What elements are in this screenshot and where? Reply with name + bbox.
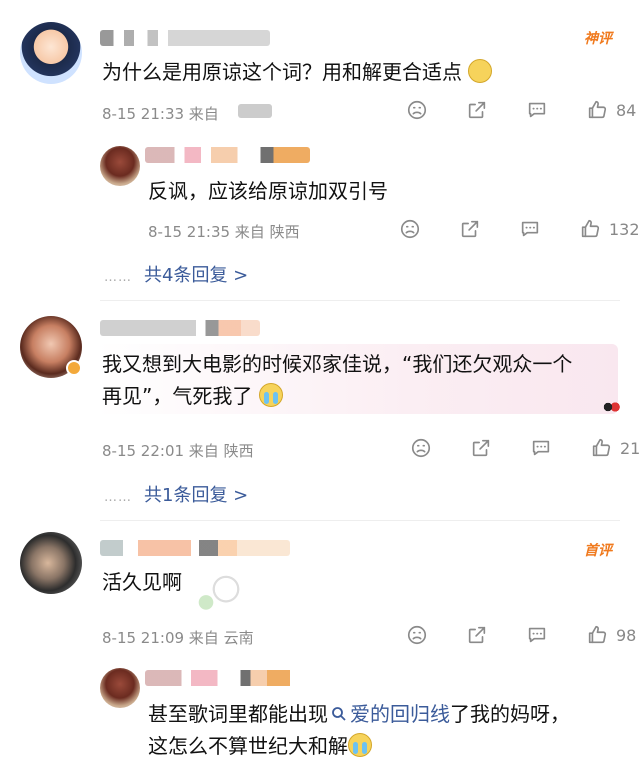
share-icon [468, 101, 486, 119]
comment-icon [532, 440, 550, 456]
topic-link-label: 爱的回归线 [350, 702, 450, 726]
view-replies-link[interactable]: …… 共4条回复 > [104, 261, 248, 287]
comment-text-line2: 再见”，气死我了 [102, 380, 572, 412]
comment-text-line1: 我又想到大电影的时候邓家佳说，“我们还欠观众一个 [102, 352, 573, 376]
reply-actions: 132 [399, 218, 640, 240]
reply-text: 反讽，应该给原谅加双引号 [148, 179, 388, 203]
like-button[interactable]: 84 [586, 99, 636, 121]
comment-button[interactable] [526, 99, 548, 121]
like-button[interactable]: 98 [586, 624, 636, 646]
avatar[interactable] [20, 22, 82, 84]
comment-icon [528, 102, 546, 118]
share-button[interactable] [466, 624, 488, 646]
username-blurred[interactable] [100, 320, 260, 336]
comment-2: 我又想到大电影的时候邓家佳说，“我们还欠观众一个 再见”，气死我了 8-15 2… [0, 300, 640, 520]
comment-meta: 8-15 22:01 来自 陕西 [102, 442, 254, 460]
frown-icon [407, 625, 427, 645]
view-replies-link[interactable]: …… 共1条回复 > [104, 481, 248, 507]
crying-emoji-icon [348, 733, 372, 757]
thumbs-up-icon [581, 219, 600, 238]
decoration-icon [596, 400, 620, 414]
comment-actions: 98 [406, 624, 636, 646]
share-icon [468, 626, 486, 644]
ellipsis-icon: …… [104, 490, 132, 505]
username-blurred[interactable] [100, 30, 270, 46]
comment-icon [521, 221, 539, 237]
username-blurred[interactable] [100, 540, 290, 556]
reply-like-count: 132 [609, 219, 640, 239]
comment-1: 神评 为什么是用原谅这个词？用和解更合适点 8-15 21:33 来自 84 反… [0, 0, 640, 300]
reply-text-post: 了我的妈呀， [450, 702, 570, 726]
comment-meta: 8-15 21:09 来自 云南 [102, 629, 254, 647]
featured-badge: 神评 [584, 31, 612, 47]
like-count: 84 [616, 100, 637, 120]
comment-text-content: 为什么是用原谅这个词？用和解更合适点 [102, 60, 462, 84]
avatar[interactable] [20, 532, 82, 594]
thumbs-up-icon [588, 100, 607, 119]
dislike-button[interactable] [406, 99, 428, 121]
reply-username-blurred[interactable] [145, 147, 310, 163]
like-count: 21 [620, 438, 640, 458]
reply-avatar[interactable] [100, 146, 140, 186]
reply-text-line2-content: 这怎么不算世纪大和解 [148, 734, 348, 757]
search-icon [332, 707, 346, 721]
reply-avatar[interactable] [100, 668, 140, 708]
frown-icon [411, 438, 431, 458]
share-button[interactable] [466, 99, 488, 121]
comment-3: 首评 活久见啊 8-15 21:09 来自 云南 98 甚至歌词里都能出现 爱的回… [0, 520, 640, 757]
comment-text: 为什么是用原谅这个词？用和解更合适点 [102, 56, 493, 88]
reply-like-button[interactable]: 132 [579, 218, 640, 240]
reply-meta: 8-15 21:35 来自 陕西 [148, 223, 300, 241]
share-icon [461, 220, 479, 238]
frown-icon [407, 100, 427, 120]
sticker-image [196, 572, 246, 610]
like-button[interactable]: 21 [590, 437, 640, 459]
dislike-button[interactable] [406, 624, 428, 646]
reply-text: 甚至歌词里都能出现 爱的回归线了我的妈呀， 这怎么不算世纪大和解 [148, 698, 570, 757]
dislike-button[interactable] [410, 437, 432, 459]
share-icon [472, 439, 490, 457]
comment-text: 活久见啊 [102, 570, 182, 594]
comment-text-line2-content: 再见”，气死我了 [102, 384, 253, 408]
view-replies-label: 共4条回复 > [144, 265, 249, 286]
verified-badge-icon [66, 360, 82, 376]
comment-button[interactable] [526, 624, 548, 646]
thumbs-up-icon [588, 625, 607, 644]
reply-text-pre: 甚至歌词里都能出现 [148, 702, 328, 726]
reply-username-blurred[interactable] [145, 670, 310, 686]
comment-icon [528, 627, 546, 643]
thumbs-up-icon [592, 438, 611, 457]
crying-emoji-icon [258, 383, 283, 407]
sweat-emoji-icon [468, 59, 493, 83]
comment-text: 我又想到大电影的时候邓家佳说，“我们还欠观众一个 再见”，气死我了 [102, 348, 572, 412]
reply-dislike-button[interactable] [399, 218, 421, 240]
comment-button[interactable] [530, 437, 552, 459]
comment-meta: 8-15 21:33 来自 [102, 105, 219, 123]
ellipsis-icon: …… [104, 270, 132, 285]
comment-actions: 84 [406, 99, 636, 121]
comment-actions: 21 [410, 437, 640, 459]
reply-text-line1: 甚至歌词里都能出现 爱的回归线了我的妈呀， [148, 698, 570, 730]
reply-comment-button[interactable] [519, 218, 541, 240]
like-count: 98 [616, 625, 637, 645]
reply-share-button[interactable] [459, 218, 481, 240]
frown-icon [400, 219, 420, 239]
first-comment-badge: 首评 [584, 543, 612, 559]
topic-link[interactable]: 爱的回归线 [328, 702, 450, 726]
share-button[interactable] [470, 437, 492, 459]
view-replies-label: 共1条回复 > [144, 485, 249, 506]
reply-text-line2: 这怎么不算世纪大和解 [148, 730, 570, 757]
location-blurred [238, 104, 272, 118]
